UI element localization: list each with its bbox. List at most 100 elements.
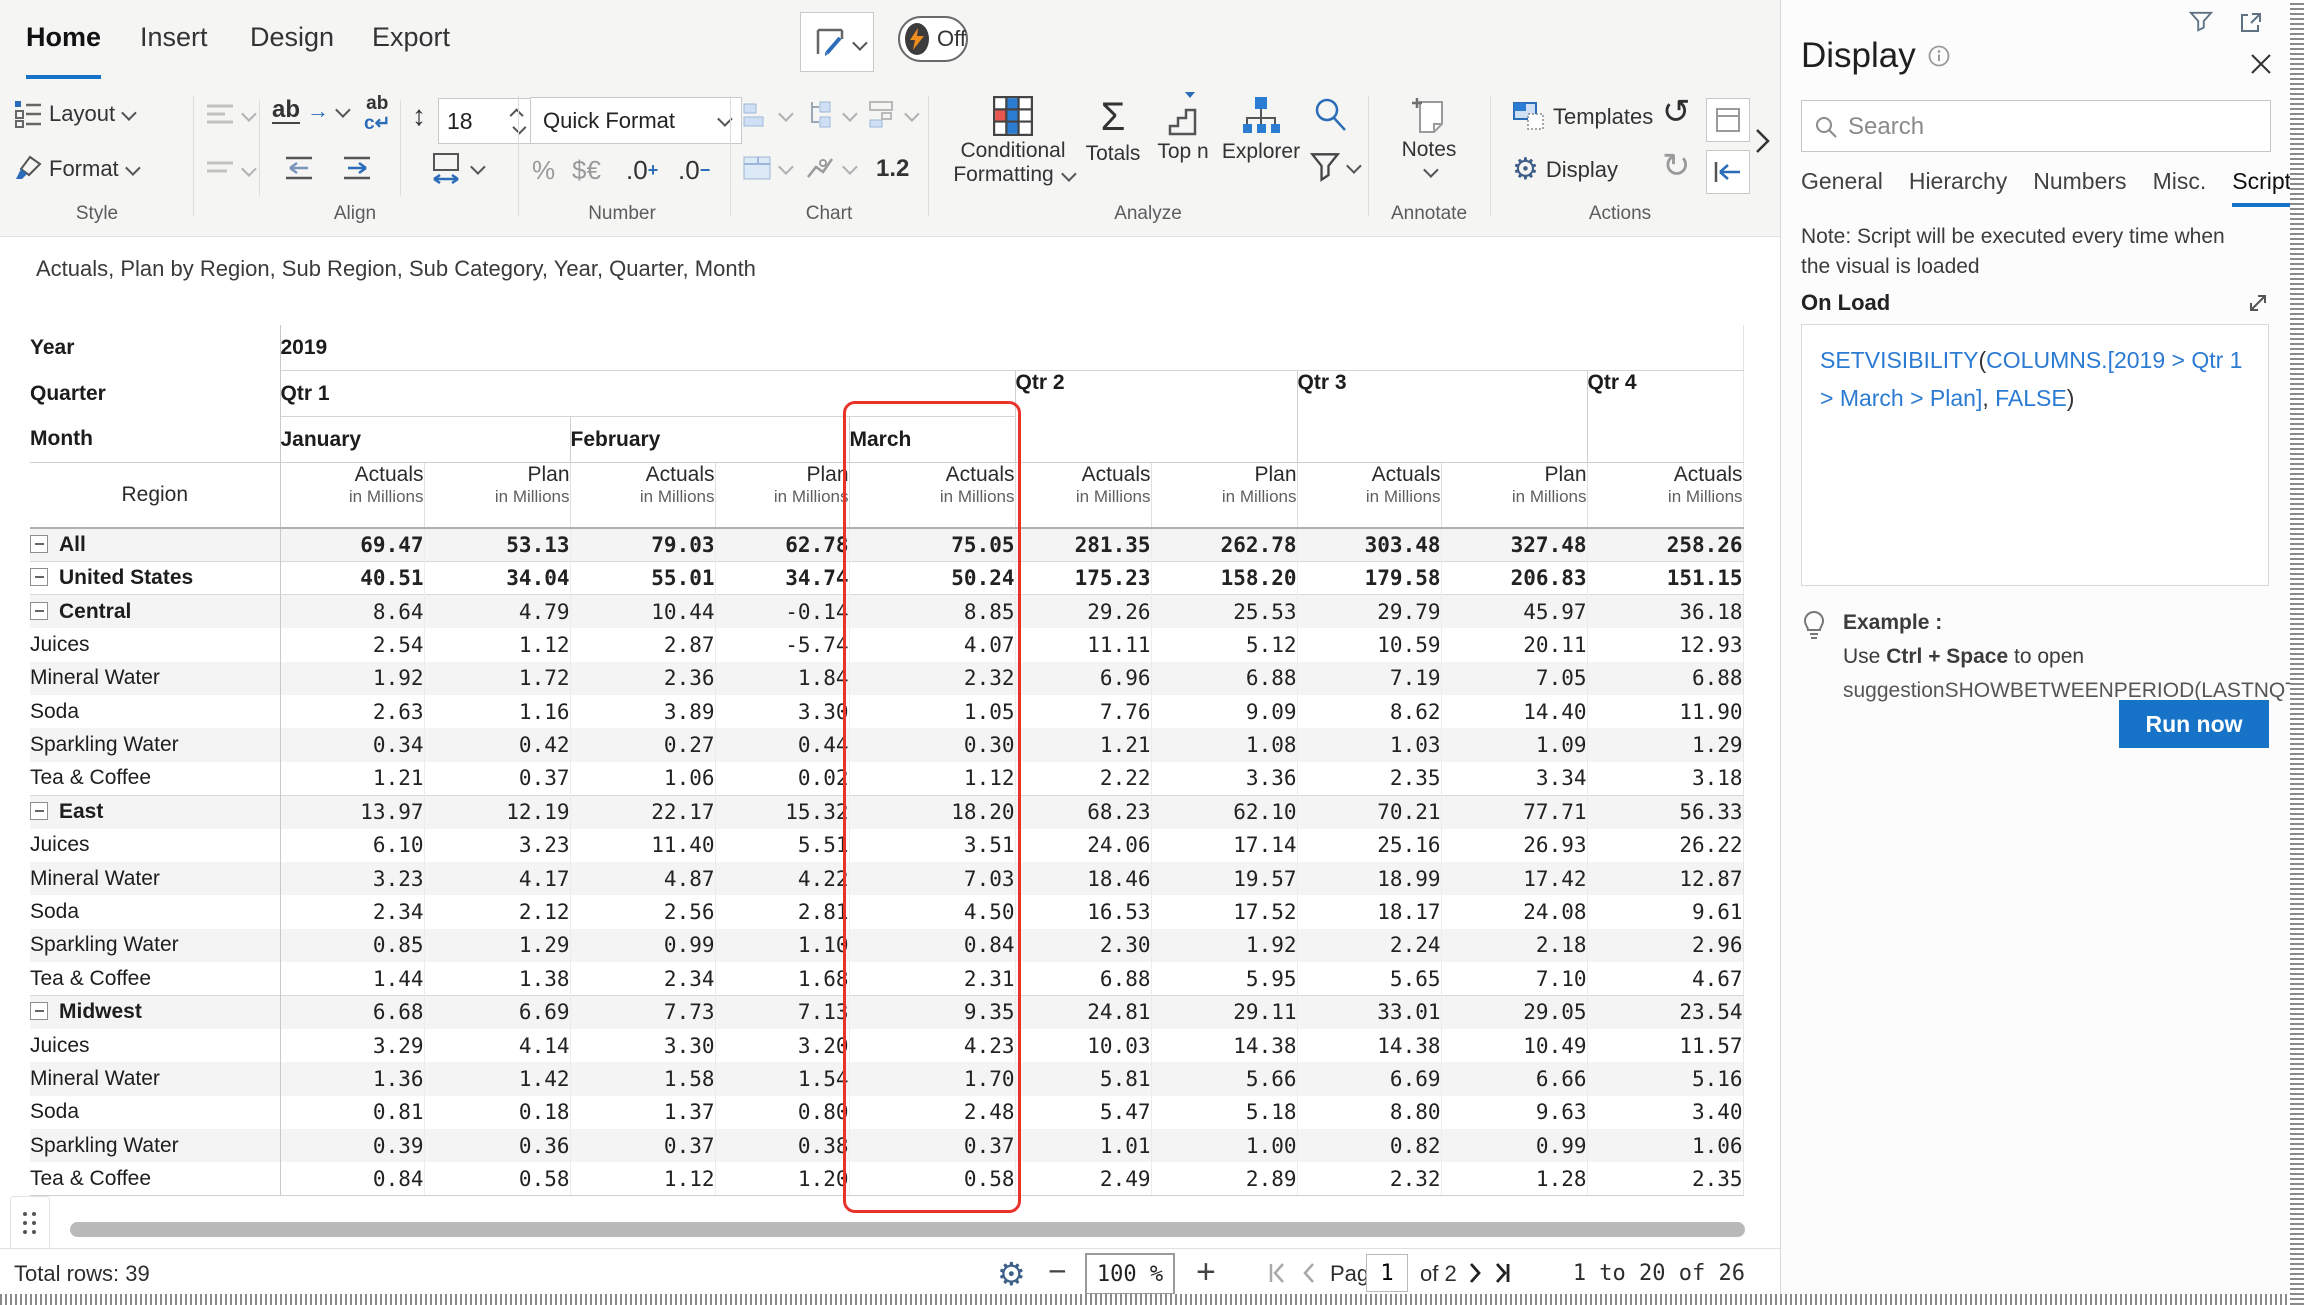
table-cell[interactable]: 0.37 xyxy=(848,1129,1015,1163)
table-cell[interactable]: 15.32 xyxy=(714,794,849,829)
table-cell[interactable]: 40.51 xyxy=(280,560,424,595)
month-header-march[interactable]: March xyxy=(848,416,1015,463)
table-cell[interactable]: 4.14 xyxy=(423,1028,570,1063)
conditional-formatting-button[interactable]: Conditional Formatting xyxy=(948,96,1078,185)
align-text-button[interactable] xyxy=(205,102,257,128)
row-label[interactable]: Mineral Water xyxy=(30,861,281,896)
table-cell[interactable]: 0.27 xyxy=(569,728,715,762)
row-label[interactable]: Central xyxy=(30,594,281,629)
display-button[interactable]: ⚙ Display xyxy=(1512,155,1618,185)
row-label[interactable]: Juices xyxy=(30,828,281,862)
table-cell[interactable]: 1.28 xyxy=(1440,1162,1587,1197)
table-cell[interactable]: 2.36 xyxy=(569,661,715,695)
table-cell[interactable]: 23.54 xyxy=(1586,994,1744,1029)
table-cell[interactable]: 258.26 xyxy=(1586,528,1744,562)
format-button[interactable]: Format xyxy=(14,155,141,183)
clipped-action-button[interactable] xyxy=(1706,98,1750,142)
table-cell[interactable]: 1.37 xyxy=(569,1095,715,1130)
table-cell[interactable]: 18.46 xyxy=(1014,861,1151,896)
table-cell[interactable]: 26.22 xyxy=(1586,828,1744,862)
table-cell[interactable]: 4.67 xyxy=(1586,962,1744,996)
table-cell[interactable]: 1.38 xyxy=(423,962,570,996)
table-cell[interactable]: 8.62 xyxy=(1296,694,1441,729)
panel-tab-hierarchy[interactable]: Hierarchy xyxy=(1909,168,2007,207)
table-cell[interactable]: 2.22 xyxy=(1014,761,1151,796)
quarter-header[interactable]: Qtr 3 xyxy=(1296,370,1587,463)
table-cell[interactable]: 12.87 xyxy=(1586,861,1744,896)
cell-size-button[interactable] xyxy=(430,152,486,184)
table-cell[interactable]: 2.54 xyxy=(280,628,424,661)
table-cell[interactable]: 0.99 xyxy=(1440,1129,1587,1163)
table-cell[interactable]: 9.63 xyxy=(1440,1095,1587,1130)
table-cell[interactable]: 3.36 xyxy=(1150,761,1297,796)
table-cell[interactable]: 3.34 xyxy=(1440,761,1587,796)
templates-button[interactable]: Templates xyxy=(1512,100,1653,134)
table-cell[interactable]: 12.93 xyxy=(1586,628,1744,662)
info-icon[interactable] xyxy=(1928,45,1950,67)
table-cell[interactable]: 22.17 xyxy=(569,794,715,829)
table-cell[interactable]: 18.20 xyxy=(848,794,1015,829)
table-cell[interactable]: 9.09 xyxy=(1150,694,1297,729)
table-cell[interactable]: 1.12 xyxy=(423,628,570,662)
text-direction-button[interactable]: ab → xyxy=(272,98,351,124)
table-cell[interactable]: 2.87 xyxy=(569,628,715,662)
row-label[interactable]: Tea & Coffee xyxy=(30,1162,281,1197)
row-label[interactable]: Soda xyxy=(30,895,281,929)
script-code-editor[interactable]: SETVISIBILITY(COLUMNS.[2019 > Qtr 1 > Ma… xyxy=(1801,324,2269,586)
table-cell[interactable]: 1.92 xyxy=(1150,928,1297,963)
page-number-input[interactable] xyxy=(1366,1254,1408,1292)
hierarchy-chart-button[interactable] xyxy=(806,100,858,130)
drag-handle[interactable] xyxy=(10,1196,50,1250)
month-header[interactable]: January xyxy=(280,417,570,463)
table-cell[interactable]: 7.76 xyxy=(1014,694,1151,729)
measure-header[interactable]: Actuals in Millions xyxy=(1296,462,1441,529)
settings-gear-icon[interactable]: ⚙ xyxy=(997,1255,1026,1293)
row-label[interactable]: Sparkling Water xyxy=(30,928,281,963)
table-cell[interactable]: 0.99 xyxy=(569,928,715,963)
row-label[interactable]: Juices xyxy=(30,1028,281,1063)
row-label[interactable]: Mineral Water xyxy=(30,1062,281,1096)
table-cell[interactable]: 17.42 xyxy=(1440,861,1587,896)
table-cell[interactable]: 69.47 xyxy=(280,528,424,561)
collapse-icon[interactable] xyxy=(30,568,48,587)
row-label[interactable]: Sparkling Water xyxy=(30,728,281,762)
table-cell[interactable]: 2.34 xyxy=(569,962,715,996)
table-cell[interactable]: 10.03 xyxy=(1014,1028,1151,1063)
decimal-display-button[interactable]: 1.2 xyxy=(876,155,909,183)
tab-insert[interactable]: Insert xyxy=(140,22,208,53)
table-cell[interactable]: 56.33 xyxy=(1586,794,1744,829)
table-cell[interactable]: 0.84 xyxy=(848,928,1015,963)
row-label[interactable]: Midwest xyxy=(30,994,281,1029)
back-action-button[interactable] xyxy=(1706,150,1750,194)
table-cell[interactable]: 1.12 xyxy=(848,761,1015,796)
totals-button[interactable]: Σ Totals xyxy=(1080,96,1146,166)
table-cell[interactable]: 53.13 xyxy=(423,528,570,562)
zoom-in-button[interactable]: + xyxy=(1196,1253,1216,1292)
table-cell[interactable]: 68.23 xyxy=(1014,794,1151,829)
table-cell[interactable]: 0.37 xyxy=(423,761,570,796)
table-cell[interactable]: 3.89 xyxy=(569,694,715,729)
tab-design[interactable]: Design xyxy=(250,22,334,53)
measure-header[interactable]: Actuals in Millions xyxy=(848,462,1015,529)
table-cell[interactable]: 0.42 xyxy=(423,728,570,762)
table-cell[interactable]: 0.58 xyxy=(848,1162,1015,1197)
table-cell[interactable]: 2.49 xyxy=(1014,1162,1151,1197)
table-cell[interactable]: 0.02 xyxy=(714,761,849,796)
table-cell[interactable]: 2.32 xyxy=(848,661,1015,695)
table-cell[interactable]: 79.03 xyxy=(569,528,715,562)
table-cell[interactable]: -5.74 xyxy=(714,628,849,662)
table-cell[interactable]: 0.80 xyxy=(714,1095,849,1130)
table-cell[interactable]: 2.35 xyxy=(1586,1162,1744,1197)
table-cell[interactable]: 6.88 xyxy=(1150,661,1297,695)
table-cell[interactable]: 17.52 xyxy=(1150,895,1297,929)
year-value[interactable]: 2019 xyxy=(280,325,1744,371)
table-cell[interactable]: 7.73 xyxy=(569,994,715,1029)
table-cell[interactable]: 6.69 xyxy=(423,994,570,1029)
table-cell[interactable]: 1.72 xyxy=(423,661,570,695)
table-cell[interactable]: 1.58 xyxy=(569,1062,715,1096)
table-cell[interactable]: 303.48 xyxy=(1296,528,1441,562)
zoom-level-box[interactable]: 100 % xyxy=(1085,1253,1175,1295)
measure-header[interactable]: Actuals in Millions xyxy=(1014,462,1151,529)
table-cell[interactable]: 4.87 xyxy=(569,861,715,896)
table-cell[interactable]: 29.26 xyxy=(1014,594,1151,629)
